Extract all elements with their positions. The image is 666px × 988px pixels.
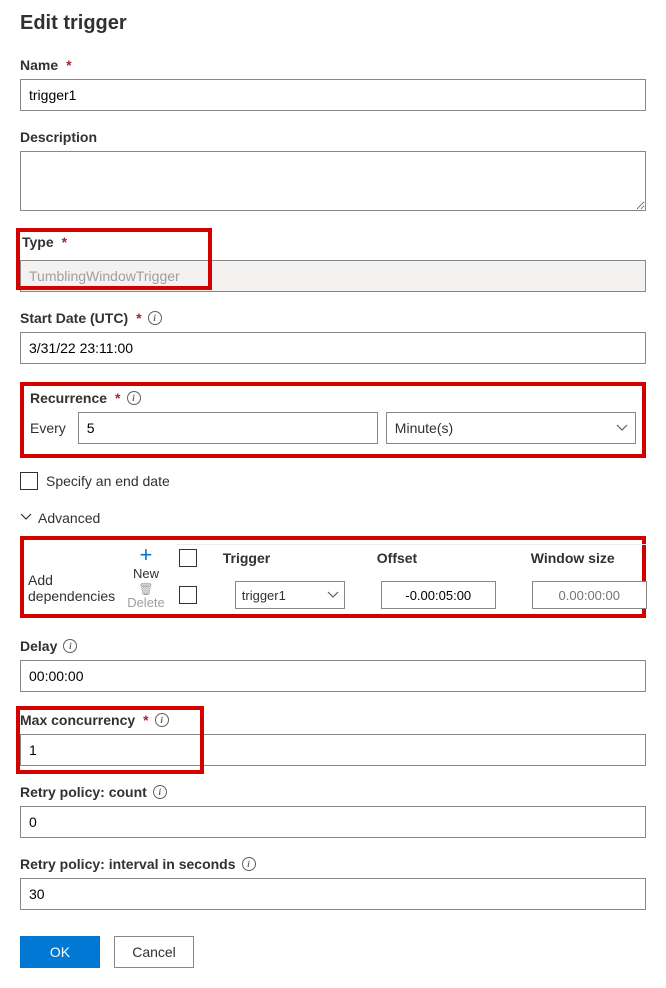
- dependency-window-size-input[interactable]: [532, 581, 647, 609]
- type-input: [20, 260, 646, 292]
- max-concurrency-field: Max concurrency * i: [20, 710, 646, 766]
- start-date-input[interactable]: [20, 332, 646, 364]
- page-title: Edit trigger: [20, 12, 646, 35]
- dependency-trigger-select[interactable]: trigger1: [235, 581, 345, 609]
- ok-button[interactable]: OK: [20, 936, 100, 968]
- info-icon[interactable]: i: [63, 639, 77, 653]
- select-all-checkbox[interactable]: [179, 549, 197, 567]
- specify-end-date-checkbox[interactable]: [20, 472, 38, 490]
- name-label: Name: [20, 57, 58, 73]
- table-row: trigger1: [177, 581, 647, 609]
- every-label: Every: [30, 420, 66, 436]
- retry-count-field: Retry policy: count i: [20, 784, 646, 838]
- start-date-field: Start Date (UTC) * i: [20, 310, 646, 364]
- recurrence-unit-value: Minute(s): [395, 420, 453, 436]
- new-dependency-button[interactable]: New: [133, 566, 159, 581]
- required-asterisk: *: [136, 310, 141, 326]
- dependency-offset-input[interactable]: [381, 581, 496, 609]
- col-offset: Offset: [377, 550, 507, 566]
- chevron-down-icon: [20, 510, 32, 526]
- add-dependencies-label: Add dependencies: [28, 544, 115, 604]
- highlight-box-dependencies: Add dependencies + New 🗑 Delete Trigger …: [20, 536, 646, 618]
- specify-end-date-label: Specify an end date: [46, 473, 170, 489]
- max-concurrency-input[interactable]: [20, 734, 646, 766]
- retry-interval-field: Retry policy: interval in seconds i: [20, 856, 646, 910]
- info-icon[interactable]: i: [127, 391, 141, 405]
- retry-count-label: Retry policy: count: [20, 784, 147, 800]
- dependencies-table: Trigger Offset Window size trigger1: [177, 544, 647, 609]
- cancel-button[interactable]: Cancel: [114, 936, 194, 968]
- delete-dependency-button[interactable]: Delete: [127, 595, 165, 610]
- recurrence-unit-select[interactable]: Minute(s): [386, 412, 636, 444]
- name-input[interactable]: [20, 79, 646, 111]
- required-asterisk: *: [66, 57, 71, 73]
- info-icon[interactable]: i: [153, 785, 167, 799]
- dependency-trigger-value: trigger1: [242, 588, 286, 603]
- required-asterisk: *: [62, 234, 67, 250]
- type-field: Type *: [20, 232, 646, 292]
- retry-interval-input[interactable]: [20, 878, 646, 910]
- advanced-label: Advanced: [38, 510, 100, 526]
- recurrence-value-input[interactable]: [78, 412, 378, 444]
- required-asterisk: *: [115, 390, 120, 406]
- name-field: Name *: [20, 57, 646, 111]
- specify-end-date-row: Specify an end date: [20, 472, 646, 490]
- recurrence-label: Recurrence: [30, 390, 107, 406]
- start-date-label: Start Date (UTC): [20, 310, 128, 326]
- description-field: Description: [20, 129, 646, 214]
- trash-icon: 🗑: [138, 583, 153, 595]
- col-window-size: Window size: [531, 550, 646, 566]
- advanced-toggle[interactable]: Advanced: [20, 510, 100, 526]
- delay-label: Delay: [20, 638, 57, 654]
- info-icon[interactable]: i: [242, 857, 256, 871]
- required-asterisk: *: [143, 712, 148, 728]
- delay-field: Delay i: [20, 638, 646, 692]
- description-label: Description: [20, 129, 97, 145]
- row-checkbox[interactable]: [179, 586, 197, 604]
- max-concurrency-label: Max concurrency: [20, 712, 135, 728]
- col-trigger: Trigger: [223, 550, 353, 566]
- retry-interval-label: Retry policy: interval in seconds: [20, 856, 236, 872]
- info-icon[interactable]: i: [155, 713, 169, 727]
- retry-count-input[interactable]: [20, 806, 646, 838]
- description-textarea[interactable]: [20, 151, 646, 211]
- button-bar: OK Cancel: [20, 936, 646, 968]
- type-label: Type: [22, 234, 54, 250]
- delay-input[interactable]: [20, 660, 646, 692]
- info-icon[interactable]: i: [148, 311, 162, 325]
- plus-icon: +: [140, 544, 153, 566]
- highlight-box-recurrence: Recurrence * i Every Minute(s): [20, 382, 646, 458]
